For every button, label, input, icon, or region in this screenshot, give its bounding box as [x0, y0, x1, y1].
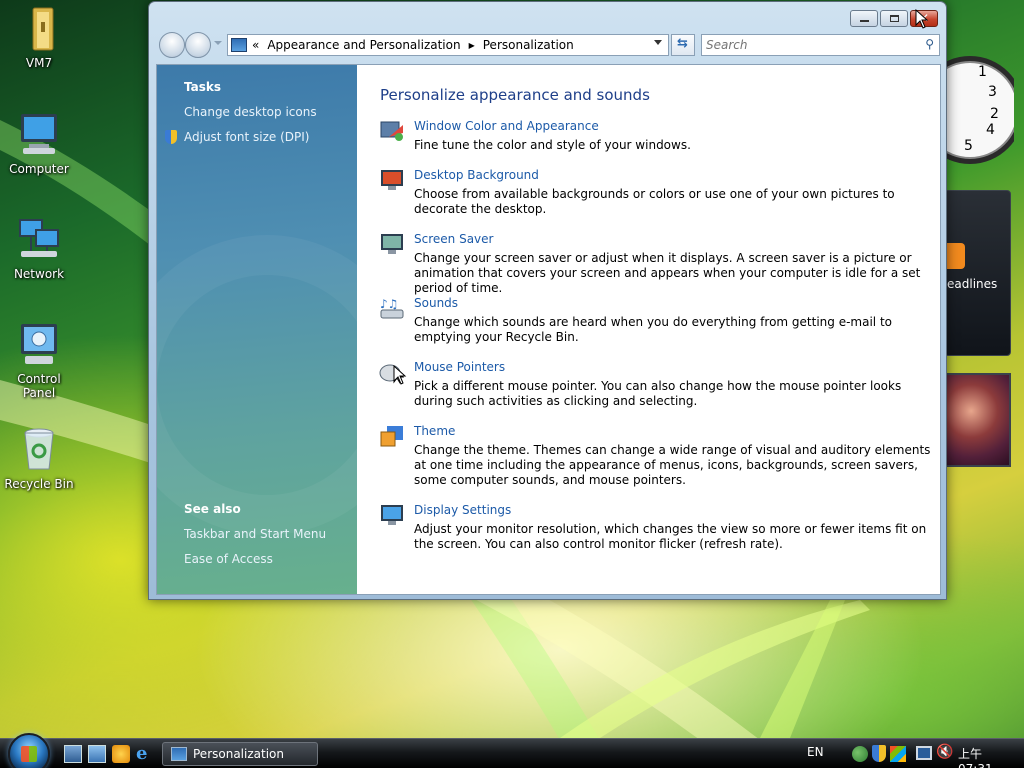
desktop-icon-vm7[interactable]: VM7: [0, 4, 78, 70]
folder-icon: [15, 4, 63, 52]
desktop-icon-label: VM7: [25, 56, 53, 70]
display-settings-desc: Adjust your monitor resolution, which ch…: [414, 522, 927, 551]
refresh-icon: ⇆: [677, 36, 688, 51]
mouse-pointers-link[interactable]: Mouse Pointers: [414, 360, 505, 374]
theme-desc: Change the theme. Themes can change a wi…: [414, 443, 931, 487]
search-input[interactable]: [706, 36, 906, 54]
address-bar[interactable]: « Appearance and Personalization ▶ Perso…: [227, 34, 669, 56]
control-panel-icon: [15, 320, 63, 368]
recycle-bin-icon: [15, 425, 63, 473]
personalization-small-icon: [171, 747, 187, 761]
minimize-icon: [860, 20, 869, 22]
taskbar-button-personalization[interactable]: Personalization: [162, 742, 318, 766]
svg-text:♪♫: ♪♫: [380, 297, 398, 311]
clock[interactable]: 上午 07:31: [958, 745, 993, 768]
minimize-button[interactable]: [850, 10, 878, 27]
language-indicator[interactable]: EN: [807, 745, 824, 759]
clock-number: 3: [988, 84, 997, 100]
sounds-desc: Change which sounds are heard when you d…: [414, 315, 892, 344]
taskbar: e Personalization EN 🔇 上午 07:31: [0, 733, 1024, 768]
show-desktop-icon[interactable]: [64, 745, 82, 763]
screen-saver-icon: [379, 232, 405, 256]
theme-link[interactable]: Theme: [414, 424, 455, 438]
windows-update-icon[interactable]: [890, 746, 906, 762]
forward-button[interactable]: [185, 32, 211, 58]
page-title: Personalize appearance and sounds: [380, 86, 650, 104]
desktop-icon-label: Control Panel: [17, 372, 61, 400]
maximize-icon: [890, 15, 899, 22]
refresh-button[interactable]: ⇆: [671, 34, 695, 56]
search-box[interactable]: ⚲: [701, 34, 940, 56]
see-also-taskbar-start-menu[interactable]: Taskbar and Start Menu: [184, 527, 326, 541]
sounds-link[interactable]: Sounds: [414, 296, 458, 310]
window-color-link[interactable]: Window Color and Appearance: [414, 119, 599, 133]
recent-pages-dropdown[interactable]: [214, 41, 222, 45]
desktop-icon-control-panel[interactable]: Control Panel: [0, 320, 78, 400]
shield-icon: [165, 130, 177, 144]
navigation-bar: « Appearance and Personalization ▶ Perso…: [157, 32, 940, 58]
display-settings-link[interactable]: Display Settings: [414, 503, 511, 517]
slideshow-gadget[interactable]: [944, 373, 1011, 467]
display-settings-icon: [379, 503, 405, 527]
network-icon: [15, 215, 63, 263]
clock-number: 1: [978, 64, 987, 80]
main-pane: Personalize appearance and sounds Window…: [357, 65, 940, 594]
desktop-background-link[interactable]: Desktop Background: [414, 168, 539, 182]
start-button[interactable]: [8, 733, 50, 768]
clock-number: 4: [986, 122, 995, 138]
security-shield-icon[interactable]: [872, 745, 886, 762]
clock-number: 5: [964, 138, 973, 154]
screen-saver-desc: Change your screen saver or adjust when …: [414, 251, 921, 295]
breadcrumb-item[interactable]: Personalization: [483, 38, 574, 52]
mouse-cursor-icon: [393, 365, 407, 385]
desktop-icon-label: Network: [13, 267, 65, 281]
switch-windows-icon[interactable]: [88, 745, 106, 763]
desktop-icon-network[interactable]: Network: [0, 215, 78, 281]
window-color-desc: Fine tune the color and style of your wi…: [414, 138, 691, 152]
mouse-pointers-desc: Pick a different mouse pointer. You can …: [414, 379, 902, 408]
breadcrumb-overflow[interactable]: «: [252, 38, 259, 52]
network-tray-icon[interactable]: [916, 746, 932, 760]
personalization-window[interactable]: ✕ « Appearance and Personalization ▶ Per…: [148, 1, 947, 600]
breadcrumb-item[interactable]: Appearance and Personalization: [267, 38, 460, 52]
content-area: Tasks Change desktop icons Adjust font s…: [156, 64, 941, 595]
desktop-background-desc: Choose from available backgrounds or col…: [414, 187, 895, 216]
back-button[interactable]: [159, 32, 185, 58]
feed-headlines-gadget[interactable]: eadlines: [944, 190, 1011, 356]
taskbar-button-label: Personalization: [193, 747, 284, 761]
mouse-cursor-icon: [915, 9, 929, 29]
desktop-background-icon: [379, 168, 405, 192]
tasks-heading: Tasks: [184, 80, 222, 94]
desktop-icon-label: Computer: [9, 162, 69, 176]
screen-saver-link[interactable]: Screen Saver: [414, 232, 493, 246]
breadcrumb-separator-icon[interactable]: ▶: [469, 41, 475, 50]
window-color-icon: [379, 119, 405, 143]
users-icon[interactable]: [852, 746, 868, 762]
desktop-icon-label: Recycle Bin: [4, 477, 74, 491]
desktop-icon-computer[interactable]: Computer: [0, 110, 78, 176]
desktop-icon-recycle-bin[interactable]: Recycle Bin: [0, 425, 78, 491]
address-dropdown-icon[interactable]: [654, 40, 662, 45]
see-also-ease-of-access[interactable]: Ease of Access: [184, 552, 273, 566]
sounds-icon: ♪♫: [379, 296, 405, 320]
task-change-desktop-icons[interactable]: Change desktop icons: [184, 105, 317, 119]
clock-number: 2: [990, 106, 999, 122]
rss-icon: [945, 243, 965, 269]
control-panel-small-icon: [231, 38, 247, 52]
windows-logo-icon: [21, 746, 37, 762]
search-icon[interactable]: ⚲: [925, 37, 934, 51]
maximize-button[interactable]: [880, 10, 908, 27]
see-also-heading: See also: [184, 502, 241, 516]
theme-icon: [379, 424, 405, 448]
computer-icon: [15, 110, 63, 158]
task-adjust-font-size[interactable]: Adjust font size (DPI): [184, 130, 309, 144]
feed-label: eadlines: [947, 277, 998, 291]
task-pane: Tasks Change desktop icons Adjust font s…: [157, 65, 417, 594]
volume-muted-icon[interactable]: 🔇: [936, 744, 953, 760]
media-player-icon[interactable]: [112, 745, 130, 763]
internet-explorer-icon[interactable]: e: [136, 745, 154, 763]
